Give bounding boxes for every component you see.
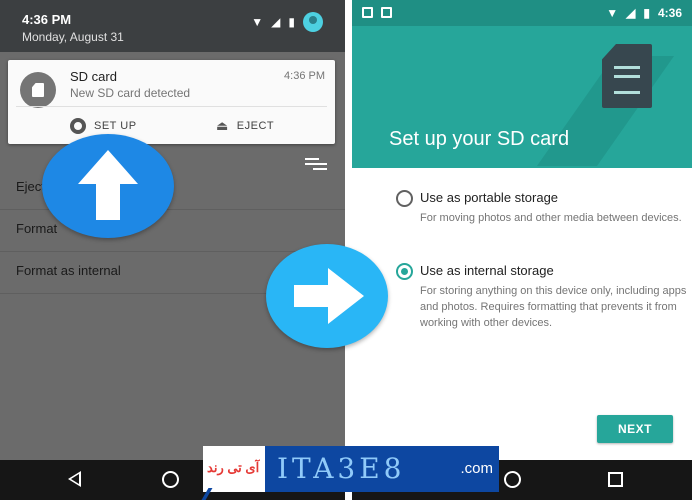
signal-off-icon: ◢	[626, 6, 636, 20]
up-arrow-badge	[42, 134, 174, 238]
page-title: Set up your SD card	[389, 128, 570, 150]
internal-radio[interactable]	[396, 263, 413, 280]
right-status-bar: ▼ ◢ ▮ 4:36	[352, 0, 692, 26]
image-icon	[362, 7, 373, 18]
setup-label: SET UP	[94, 120, 137, 132]
internal-label: Use as internal storage	[420, 263, 554, 278]
sd-card-illustration-icon	[602, 44, 652, 108]
wifi-icon: ▼	[251, 15, 264, 29]
shade-time: 4:36 PM	[22, 12, 72, 27]
home-icon[interactable]	[162, 471, 179, 488]
notification-shade-header: 4:36 PM Monday, August 31 ▼ ◢ ▮	[0, 0, 345, 52]
wifi-icon: ▼	[606, 6, 619, 20]
sort-menu-icon[interactable]	[305, 158, 327, 172]
back-icon[interactable]	[68, 471, 81, 487]
home-icon[interactable]	[504, 471, 521, 488]
right-phone-screen: ▼ ◢ ▮ 4:36 Set up your SD card Use as po…	[352, 0, 692, 500]
watermark-persian-text-area: آی تی رند	[203, 446, 265, 492]
watermark-logo: ITA3E8 .com	[265, 446, 499, 492]
watermark-persian-text: آی تی رند	[207, 460, 260, 475]
right-arrow-icon	[294, 268, 364, 324]
portable-label: Use as portable storage	[420, 190, 559, 205]
status-time: 4:36	[657, 6, 682, 20]
setup-header: ▼ ◢ ▮ 4:36 Set up your SD card	[352, 0, 692, 168]
notification-time: 4:36 PM	[284, 70, 325, 82]
signal-off-icon: ◢	[271, 15, 281, 29]
gear-icon	[70, 118, 86, 134]
notification-divider	[16, 106, 327, 107]
avatar-icon[interactable]	[303, 12, 323, 32]
site-watermark: آی تی رند ITA3E8 .com	[203, 446, 499, 492]
watermark-logo-text: ITA3E8	[277, 452, 406, 485]
notification-subtitle: New SD card detected	[70, 86, 191, 100]
eject-label: EJECT	[236, 120, 275, 132]
setup-button[interactable]: SET UP	[70, 118, 137, 134]
sd-card-notification[interactable]: SD card 4:36 PM New SD card detected SET…	[8, 60, 335, 144]
sd-card-status-icon	[381, 7, 392, 18]
recents-icon[interactable]	[608, 472, 623, 487]
right-arrow-badge	[266, 244, 388, 348]
sd-card-icon	[20, 72, 56, 108]
internal-description: For storing anything on this device only…	[420, 285, 687, 329]
battery-icon: ▮	[288, 15, 295, 29]
shade-date: Monday, August 31	[22, 30, 124, 44]
status-notification-icons	[362, 7, 392, 18]
next-button[interactable]: NEXT	[597, 415, 673, 443]
watermark-suffix: .com	[460, 460, 493, 477]
status-right: ▼ ◢ ▮ 4:36	[606, 6, 682, 20]
portable-description: For moving photos and other media betwee…	[420, 212, 682, 224]
notification-title: SD card	[70, 69, 117, 84]
eject-button[interactable]: ⏏ EJECT	[216, 118, 274, 134]
shade-status-icons: ▼ ◢ ▮	[251, 12, 323, 32]
eject-icon: ⏏	[216, 118, 229, 133]
portable-radio[interactable]	[396, 190, 413, 207]
up-arrow-icon	[78, 150, 138, 220]
battery-icon: ▮	[643, 6, 650, 20]
